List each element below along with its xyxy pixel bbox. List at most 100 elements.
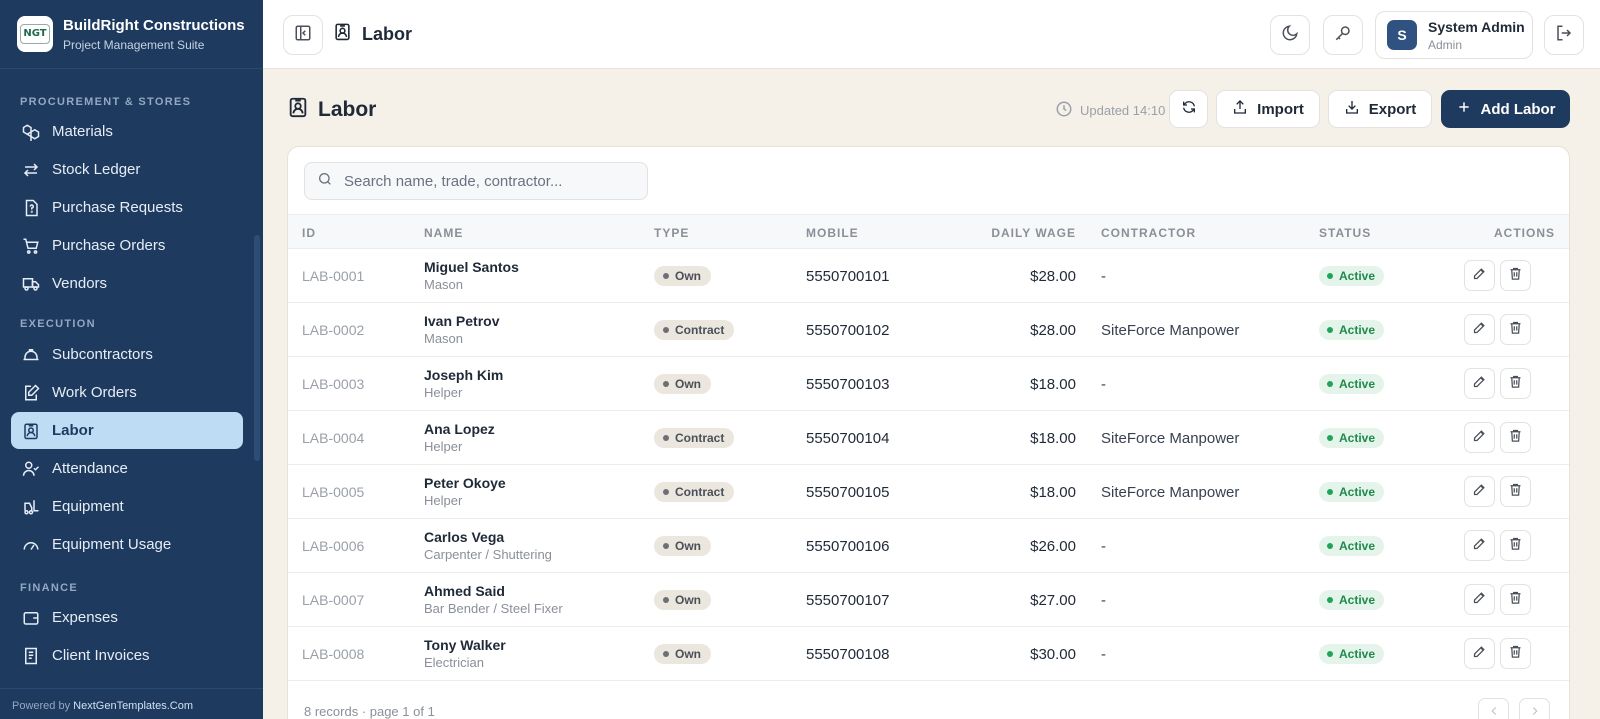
type-dot <box>663 489 669 495</box>
sidebar-item-stock-ledger[interactable]: Stock Ledger <box>11 151 243 188</box>
sidebar-item-label: Client Invoices <box>52 647 150 664</box>
sidebar-item-client-invoices[interactable]: Client Invoices <box>11 637 243 674</box>
delete-button[interactable] <box>1500 638 1531 669</box>
col-type[interactable]: TYPE <box>654 226 689 240</box>
sidebar-item-vendors[interactable]: Vendors <box>11 265 243 302</box>
delete-button[interactable] <box>1500 422 1531 453</box>
pencil-icon <box>1472 590 1487 610</box>
table-row[interactable]: LAB-0005 Peter Okoye Helper Contract 5550700… <box>288 465 1569 519</box>
col-status[interactable]: STATUS <box>1319 226 1371 240</box>
sidebar-toggle-button[interactable] <box>283 15 323 55</box>
table-row[interactable]: LAB-0001 Miguel Santos Mason Own 5550700101 $… <box>288 249 1569 303</box>
delete-button[interactable] <box>1500 260 1531 291</box>
sidebar-item-purchase-orders[interactable]: Purchase Orders <box>11 227 243 264</box>
sidebar-item-materials[interactable]: Materials <box>11 113 243 150</box>
sidebar-item-equipment-usage[interactable]: Equipment Usage <box>11 526 243 563</box>
type-dot <box>663 435 669 441</box>
edit-button[interactable] <box>1464 530 1495 561</box>
pencil-icon <box>1472 266 1487 286</box>
delete-button[interactable] <box>1500 314 1531 345</box>
daily-wage: $28.00 <box>1030 322 1076 339</box>
table-row[interactable]: LAB-0004 Ana Lopez Helper Contract 555070010… <box>288 411 1569 465</box>
upload-icon <box>1232 99 1248 119</box>
status-badge: Active <box>1319 266 1385 286</box>
status-label: Active <box>1339 485 1376 499</box>
sidebar-item-equipment[interactable]: Equipment <box>11 488 243 525</box>
powered-link[interactable]: NextGenTemplates.Com <box>73 700 193 712</box>
contractor: SiteForce Manpower <box>1101 430 1240 447</box>
sidebar-item-label: Labor <box>52 422 94 439</box>
sidebar-item-subcontractors[interactable]: Subcontractors <box>11 336 243 373</box>
type-badge: Own <box>654 374 711 394</box>
type-dot <box>663 651 669 657</box>
edit-button[interactable] <box>1464 584 1495 615</box>
labor-name-cell: Carlos Vega Carpenter / Shuttering <box>424 529 552 562</box>
delete-button[interactable] <box>1500 368 1531 399</box>
edit-button[interactable] <box>1464 314 1495 345</box>
export-button[interactable]: Export <box>1328 90 1432 128</box>
search-box[interactable] <box>304 162 648 200</box>
password-button[interactable] <box>1323 15 1363 55</box>
table-row[interactable]: LAB-0006 Carlos Vega Carpenter / Shutterin… <box>288 519 1569 573</box>
delete-button[interactable] <box>1500 476 1531 507</box>
wallet-icon <box>22 609 40 627</box>
table-row[interactable]: LAB-0008 Tony Walker Electrician Own 5550700… <box>288 627 1569 681</box>
delete-button[interactable] <box>1500 584 1531 615</box>
plus-icon <box>1456 99 1472 119</box>
table-row[interactable]: LAB-0003 Joseph Kim Helper Own 5550700103 $18… <box>288 357 1569 411</box>
topbar-title-text: Labor <box>362 23 413 44</box>
sidebar-item-expenses[interactable]: Expenses <box>11 599 243 636</box>
hard-hat-icon <box>22 346 40 364</box>
user-menu[interactable]: S System Admin Admin <box>1375 11 1533 59</box>
records-summary: 8 records · page 1 of 1 <box>304 704 435 719</box>
pencil-icon <box>1472 374 1487 394</box>
status-label: Active <box>1339 593 1376 607</box>
labor-id: LAB-0003 <box>302 376 365 392</box>
mobile: 5550700103 <box>806 376 890 393</box>
col-daily-wage[interactable]: DAILY WAGE <box>991 226 1076 240</box>
sidebar-item-purchase-requests[interactable]: Purchase Requests <box>11 189 243 226</box>
mobile: 5550700104 <box>806 430 890 447</box>
sidebar-item-partial[interactable] <box>20 69 102 75</box>
mobile: 5550700102 <box>806 322 890 339</box>
sidebar-item-attendance[interactable]: Attendance <box>11 450 243 487</box>
edit-button[interactable] <box>1464 638 1495 669</box>
edit-button[interactable] <box>1464 422 1495 453</box>
edit-button[interactable] <box>1464 260 1495 291</box>
trash-icon <box>1508 590 1523 610</box>
col-mobile[interactable]: MOBILE <box>806 226 859 240</box>
col-name[interactable]: NAME <box>424 226 463 240</box>
table-row[interactable]: LAB-0007 Ahmed Said Bar Bender / Steel Fix… <box>288 573 1569 627</box>
edit-button[interactable] <box>1464 368 1495 399</box>
table-row[interactable]: LAB-0002 Ivan Petrov Mason Contract 55507001… <box>288 303 1569 357</box>
brand-logo[interactable]: NGT <box>17 16 53 52</box>
theme-toggle-button[interactable] <box>1270 15 1310 55</box>
prev-page-button[interactable] <box>1478 698 1509 719</box>
col-contractor[interactable]: CONTRACTOR <box>1101 226 1196 240</box>
sidebar-scrollbar[interactable] <box>254 235 260 461</box>
contractor: - <box>1101 592 1106 609</box>
import-button[interactable]: Import <box>1216 90 1320 128</box>
daily-wage: $18.00 <box>1030 376 1076 393</box>
next-page-button[interactable] <box>1519 698 1550 719</box>
contractor: - <box>1101 376 1106 393</box>
add-labor-button[interactable]: Add Labor <box>1441 90 1570 128</box>
edit-button[interactable] <box>1464 476 1495 507</box>
type-dot <box>663 597 669 603</box>
type-badge: Own <box>654 644 711 664</box>
daily-wage: $30.00 <box>1030 646 1076 663</box>
search-input[interactable] <box>344 172 644 190</box>
logout-button[interactable] <box>1544 15 1584 55</box>
type-label: Own <box>675 647 701 661</box>
delete-button[interactable] <box>1500 530 1531 561</box>
section-procurement: PROCUREMENT & STORES <box>20 96 192 108</box>
sidebar-item-work-orders[interactable]: Work Orders <box>11 374 243 411</box>
trash-icon <box>1508 428 1523 448</box>
col-id[interactable]: ID <box>302 226 316 240</box>
brand-name: BuildRight Constructions <box>63 16 245 34</box>
refresh-button[interactable] <box>1169 90 1208 128</box>
type-badge: Contract <box>654 482 735 502</box>
daily-wage: $28.00 <box>1030 268 1076 285</box>
mobile: 5550700107 <box>806 592 890 609</box>
sidebar-item-labor[interactable]: Labor <box>11 412 243 449</box>
